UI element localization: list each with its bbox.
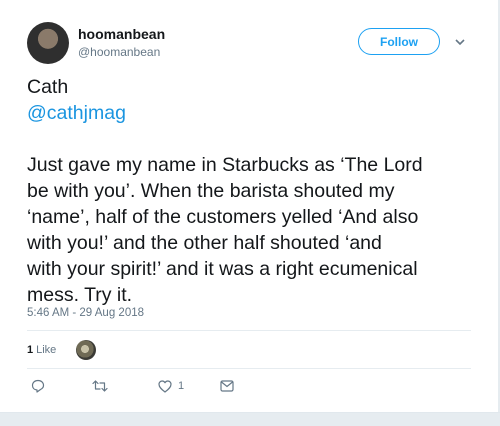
- tweet-timestamp[interactable]: 5:46 AM - 29 Aug 2018: [27, 307, 144, 319]
- like-button[interactable]: 1: [158, 376, 184, 396]
- tweet-line: with you!’ and the other half shouted ‘a…: [27, 232, 382, 254]
- tweet-text: Cath @cathjmag Just gave my name in Star…: [27, 74, 477, 308]
- tweet-line: ‘name’, half of the customers yelled ‘An…: [27, 206, 419, 228]
- follow-button[interactable]: Follow: [358, 28, 440, 55]
- direct-message-button[interactable]: [220, 376, 234, 396]
- mention-link[interactable]: @cathjmag: [27, 100, 477, 126]
- author-handle[interactable]: @hoomanbean: [78, 45, 160, 59]
- likes-count: 1: [27, 344, 34, 356]
- tweet-actions: 1: [27, 376, 257, 396]
- reply-button[interactable]: [31, 376, 45, 396]
- heart-icon: [158, 379, 172, 393]
- divider: [27, 330, 471, 331]
- message-icon: [220, 380, 234, 392]
- reply-icon: [31, 379, 45, 393]
- likes-summary[interactable]: 1 Like: [27, 340, 56, 360]
- tweet-line: Just gave my name in Starbucks as ‘The L…: [27, 154, 423, 176]
- caret-down-icon[interactable]: [454, 36, 466, 48]
- retweet-button[interactable]: [92, 376, 108, 396]
- tweet-line: Cath: [27, 76, 69, 98]
- divider: [27, 368, 471, 369]
- liker-avatar[interactable]: [76, 340, 96, 360]
- tweet-line: with your spirit!’ and it was a right ec…: [27, 258, 418, 280]
- tweet-line: be with you’. When the barista shouted m…: [27, 180, 395, 202]
- likes-label: Like: [36, 344, 57, 356]
- retweet-icon: [92, 379, 108, 393]
- tweet-card: hoomanbean @hoomanbean Follow Cath @cath…: [0, 0, 500, 413]
- like-count: 1: [178, 380, 185, 392]
- tweet-line: mess. Try it.: [27, 284, 133, 306]
- author-avatar[interactable]: [27, 22, 69, 64]
- author-display-name[interactable]: hoomanbean: [78, 26, 165, 42]
